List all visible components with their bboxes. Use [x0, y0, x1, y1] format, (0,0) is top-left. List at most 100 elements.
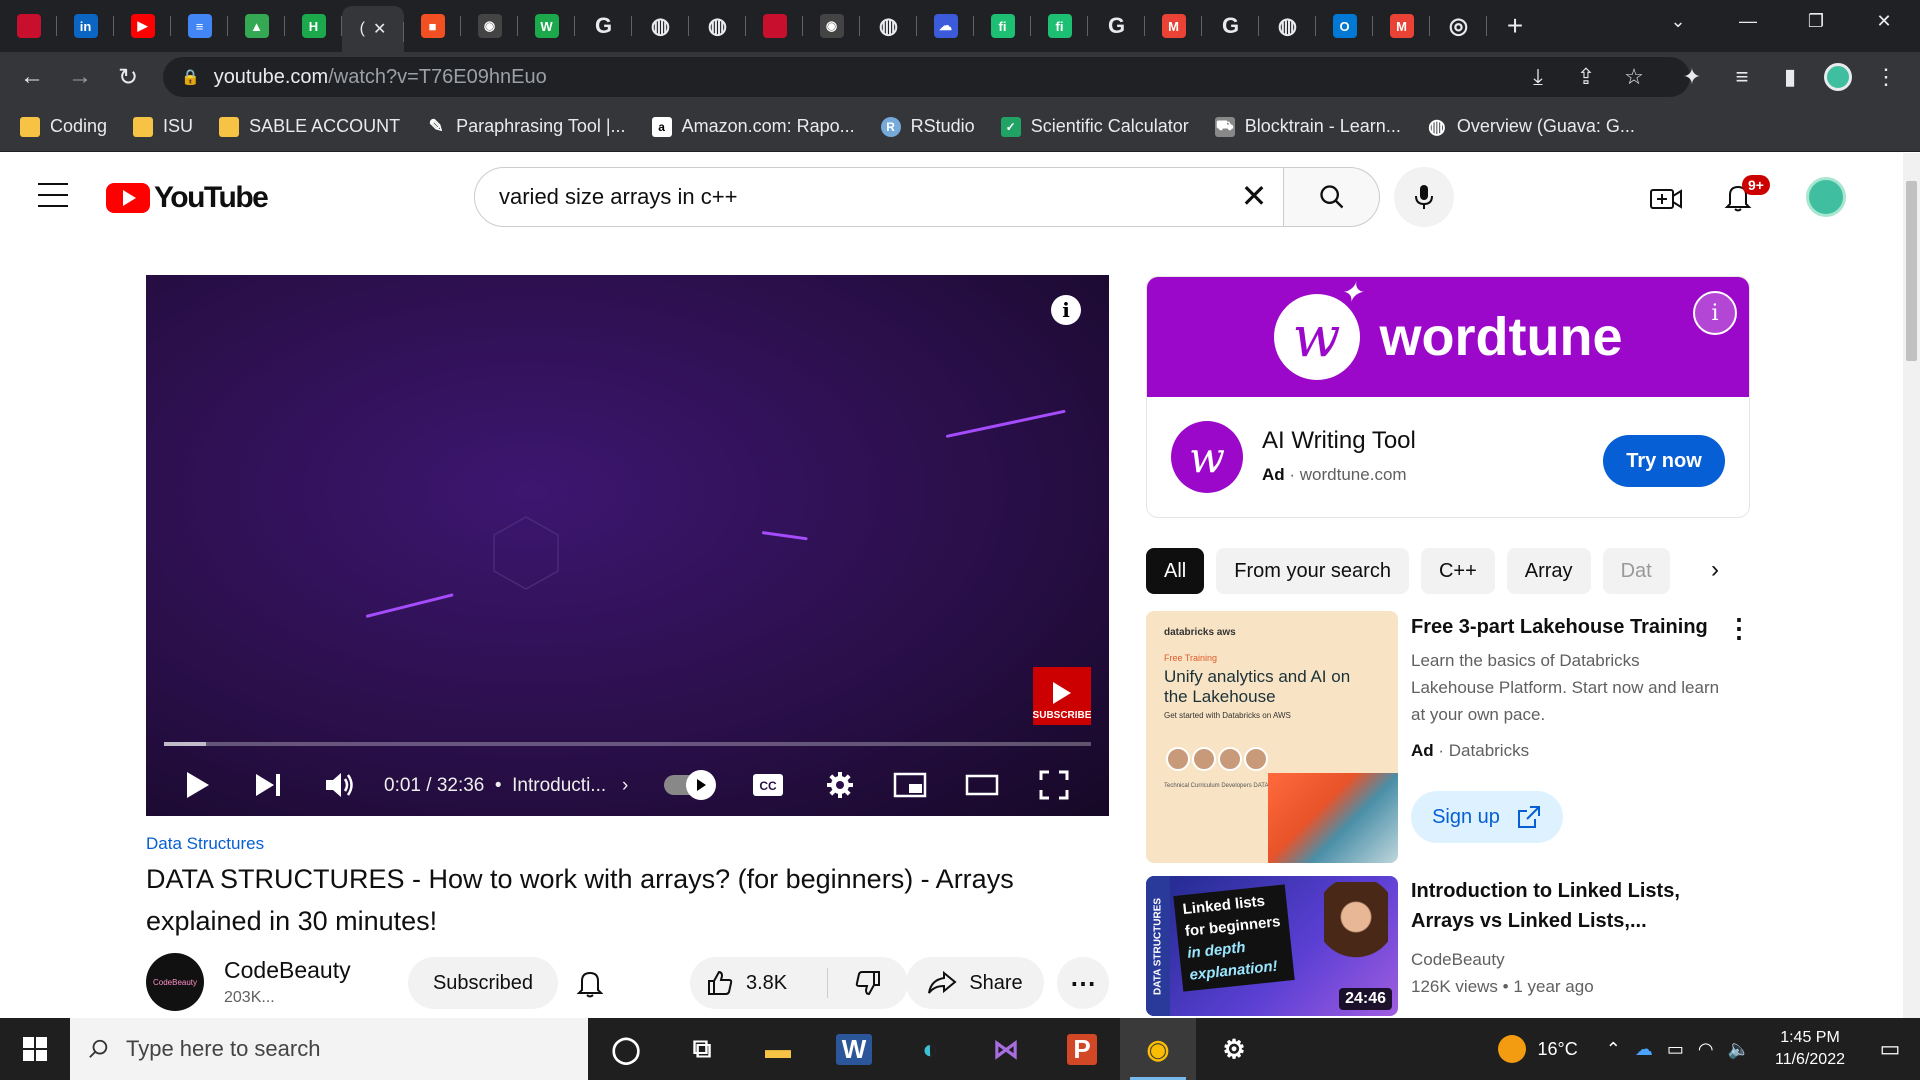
- rec-video-title[interactable]: Introduction to Linked Lists, Arrays vs …: [1411, 876, 1721, 936]
- video-category-link[interactable]: Data Structures: [146, 834, 264, 854]
- rec-channel[interactable]: CodeBeauty: [1411, 950, 1505, 969]
- scrollbar-thumb[interactable]: [1906, 181, 1917, 361]
- create-video-button[interactable]: [1646, 179, 1686, 219]
- close-window-button[interactable]: ✕: [1856, 0, 1912, 42]
- page-scrollbar[interactable]: [1903, 153, 1920, 1018]
- notification-center-icon[interactable]: ▭: [1860, 1036, 1920, 1062]
- like-button[interactable]: 3.8K: [690, 968, 828, 998]
- temperature[interactable]: 16°C: [1538, 1039, 1578, 1060]
- browser-tab[interactable]: ≡: [171, 0, 228, 52]
- browser-tab[interactable]: G: [575, 0, 632, 52]
- ad-info-icon[interactable]: i: [1693, 291, 1737, 335]
- channel-notifications-button[interactable]: [568, 961, 612, 1005]
- video-player[interactable]: i SUBSCRIBE 0:01 / 32:36 • Introducti...…: [146, 275, 1109, 816]
- browser-tab[interactable]: ▲: [228, 0, 285, 52]
- clear-search-icon[interactable]: ✕: [1234, 177, 1274, 215]
- subscribe-watermark[interactable]: SUBSCRIBE: [1033, 667, 1091, 725]
- taskbar-app[interactable]: ◐: [892, 1018, 968, 1080]
- taskbar-app[interactable]: ▬: [740, 1018, 816, 1080]
- browser-tab[interactable]: fi: [974, 0, 1031, 52]
- try-now-button[interactable]: Try now: [1603, 435, 1725, 487]
- taskbar-app[interactable]: ⚙: [1196, 1018, 1272, 1080]
- taskbar-app[interactable]: P: [1044, 1018, 1120, 1080]
- youtube-logo[interactable]: YouTube: [106, 181, 269, 215]
- tab-search-icon[interactable]: ⌄: [1650, 0, 1706, 42]
- restore-button[interactable]: ❐: [1788, 0, 1844, 42]
- forward-button[interactable]: →: [60, 57, 100, 97]
- bookmark-item[interactable]: ✓ Scientific Calculator: [1000, 116, 1189, 137]
- browser-tab[interactable]: ◉: [803, 0, 860, 52]
- onedrive-icon[interactable]: ☁: [1635, 1039, 1653, 1060]
- sign-up-button[interactable]: Sign up: [1411, 791, 1563, 843]
- active-tab[interactable]: (✕: [342, 6, 404, 52]
- minimize-button[interactable]: —: [1720, 0, 1776, 42]
- more-actions-button[interactable]: ⋯: [1057, 957, 1109, 1009]
- video-info-icon[interactable]: i: [1051, 295, 1081, 325]
- close-tab-icon[interactable]: ✕: [373, 19, 386, 39]
- browser-tab[interactable]: ◉: [461, 0, 518, 52]
- voice-search-button[interactable]: [1394, 167, 1454, 227]
- browser-tab[interactable]: W: [518, 0, 575, 52]
- browser-tab[interactable]: O: [1316, 0, 1373, 52]
- filter-chip[interactable]: C++: [1420, 548, 1495, 594]
- browser-tab[interactable]: ◎: [1430, 0, 1487, 52]
- taskbar-search-box[interactable]: Type here to search: [70, 1018, 588, 1080]
- filter-chip[interactable]: All: [1146, 548, 1205, 594]
- browser-tab[interactable]: ◍: [632, 0, 689, 52]
- new-tab-button[interactable]: +: [1487, 0, 1543, 52]
- account-avatar[interactable]: [1806, 177, 1846, 217]
- install-icon[interactable]: ⤓: [1518, 57, 1558, 97]
- volume-button[interactable]: [322, 769, 358, 801]
- bookmark-item[interactable]: ◍ Overview (Guava: G...: [1426, 116, 1635, 138]
- browser-tab[interactable]: ◍: [1259, 0, 1316, 52]
- weather-icon[interactable]: [1497, 1035, 1526, 1063]
- browser-menu-icon[interactable]: ⋮: [1866, 57, 1906, 97]
- taskbar-app[interactable]: W: [816, 1018, 892, 1080]
- back-button[interactable]: ←: [12, 57, 52, 97]
- browser-tab[interactable]: M: [1373, 0, 1430, 52]
- channel-name[interactable]: CodeBeauty: [224, 957, 351, 984]
- address-bar[interactable]: 🔒 youtube.com/watch?v=T76E09hnEuo: [163, 57, 1690, 97]
- browser-tab[interactable]: fi: [1031, 0, 1088, 52]
- video-thumbnail[interactable]: DATA STRUCTURES Linked lists for beginner…: [1146, 876, 1398, 1016]
- taskbar-app[interactable]: ◯: [588, 1018, 664, 1080]
- browser-tab[interactable]: in: [57, 0, 114, 52]
- video-progress-bar[interactable]: [164, 742, 1091, 746]
- theater-mode-button[interactable]: [964, 769, 1000, 801]
- bookmark-item[interactable]: Coding: [20, 116, 107, 137]
- databricks-thumbnail[interactable]: databricks aws Free Training Unify analy…: [1146, 611, 1398, 863]
- taskbar-app[interactable]: ⋈: [968, 1018, 1044, 1080]
- browser-tab[interactable]: [0, 0, 57, 52]
- share-button[interactable]: Share: [906, 957, 1044, 1009]
- recommended-video[interactable]: DATA STRUCTURES Linked lists for beginner…: [1146, 876, 1750, 1016]
- browser-tab[interactable]: ◍: [860, 0, 917, 52]
- clock[interactable]: 1:45 PM 11/6/2022: [1760, 1027, 1860, 1071]
- fullscreen-button[interactable]: [1036, 769, 1072, 801]
- taskbar-app[interactable]: ◉: [1120, 1018, 1196, 1080]
- bookmark-item[interactable]: a Amazon.com: Rapo...: [651, 116, 855, 137]
- speaker-icon[interactable]: 🔈: [1728, 1039, 1750, 1060]
- guide-menu-icon[interactable]: [38, 183, 68, 207]
- profile-icon[interactable]: [1818, 57, 1858, 97]
- miniplayer-button[interactable]: [892, 769, 928, 801]
- bookmark-star-icon[interactable]: ☆: [1614, 57, 1654, 97]
- chevron-right-icon[interactable]: ›: [1695, 550, 1735, 590]
- play-button[interactable]: [182, 769, 214, 801]
- wifi-icon[interactable]: ◠: [1698, 1039, 1714, 1060]
- browser-tab[interactable]: ☁: [917, 0, 974, 52]
- captions-button[interactable]: CC: [750, 769, 786, 801]
- filter-chip[interactable]: Array: [1506, 548, 1591, 594]
- battery-icon[interactable]: ▭: [1667, 1039, 1684, 1060]
- taskbar-app[interactable]: ⧉: [664, 1018, 740, 1080]
- filter-chip[interactable]: From your search: [1216, 548, 1409, 594]
- kebab-menu-icon[interactable]: ⋮: [1726, 615, 1752, 641]
- promoted-recommendation[interactable]: databricks aws Free Training Unify analy…: [1146, 611, 1752, 863]
- browser-tab[interactable]: G: [1202, 0, 1259, 52]
- browser-tab[interactable]: ▶: [114, 0, 171, 52]
- chapter-title[interactable]: Introducti...: [512, 775, 606, 796]
- browser-tab[interactable]: G: [1088, 0, 1145, 52]
- share-page-icon[interactable]: ⇪: [1566, 57, 1606, 97]
- bookmark-item[interactable]: ⛟ Blocktrain - Learn...: [1214, 116, 1401, 137]
- browser-tab[interactable]: M: [1145, 0, 1202, 52]
- browser-tab[interactable]: H: [285, 0, 342, 52]
